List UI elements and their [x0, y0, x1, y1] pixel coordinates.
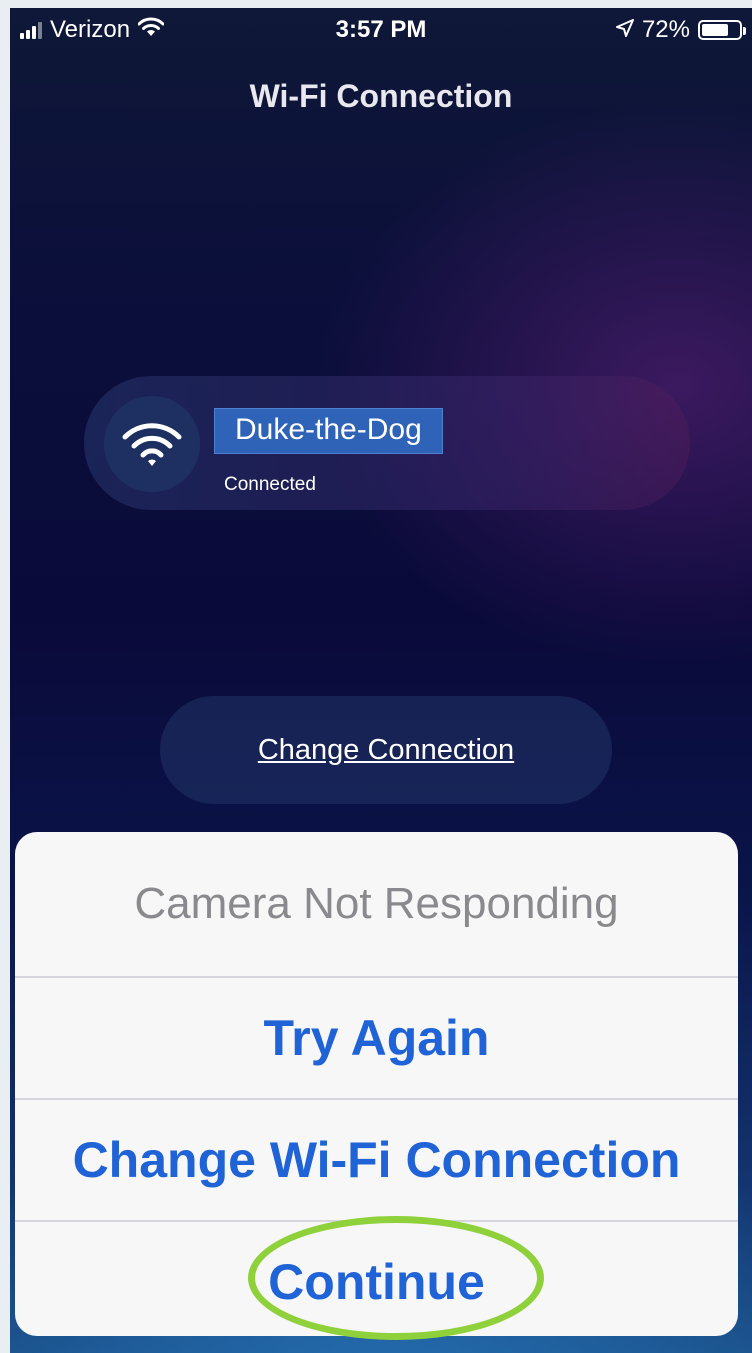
status-right: 72%	[615, 16, 746, 44]
page-title: Wi-Fi Connection	[249, 78, 513, 114]
battery-percent: 72%	[641, 16, 690, 43]
status-bar: Verizon 3:57 PM 72%	[10, 8, 752, 52]
change-wifi-connection-button[interactable]: Change Wi-Fi Connection	[15, 1100, 738, 1220]
alert-sheet: Camera Not Responding Try Again Change W…	[15, 832, 738, 1336]
continue-button[interactable]: Continue	[15, 1222, 738, 1336]
connection-status: Connected	[224, 474, 316, 495]
try-again-button[interactable]: Try Again	[15, 978, 738, 1098]
alert-title: Camera Not Responding	[134, 879, 619, 928]
battery-icon	[698, 20, 746, 40]
battery-fill	[702, 24, 728, 36]
screenshot-frame: Verizon 3:57 PM 72% Wi-Fi Connection Duk…	[0, 0, 752, 1353]
network-ssid: Duke-the-Dog	[214, 408, 443, 454]
wifi-icon	[104, 396, 200, 492]
location-arrow-icon	[615, 16, 634, 44]
change-connection-label[interactable]: Change Connection	[258, 734, 514, 767]
network-card: Duke-the-Dog Connected	[84, 376, 690, 510]
change-connection-button[interactable]: Change Connection	[160, 696, 612, 804]
